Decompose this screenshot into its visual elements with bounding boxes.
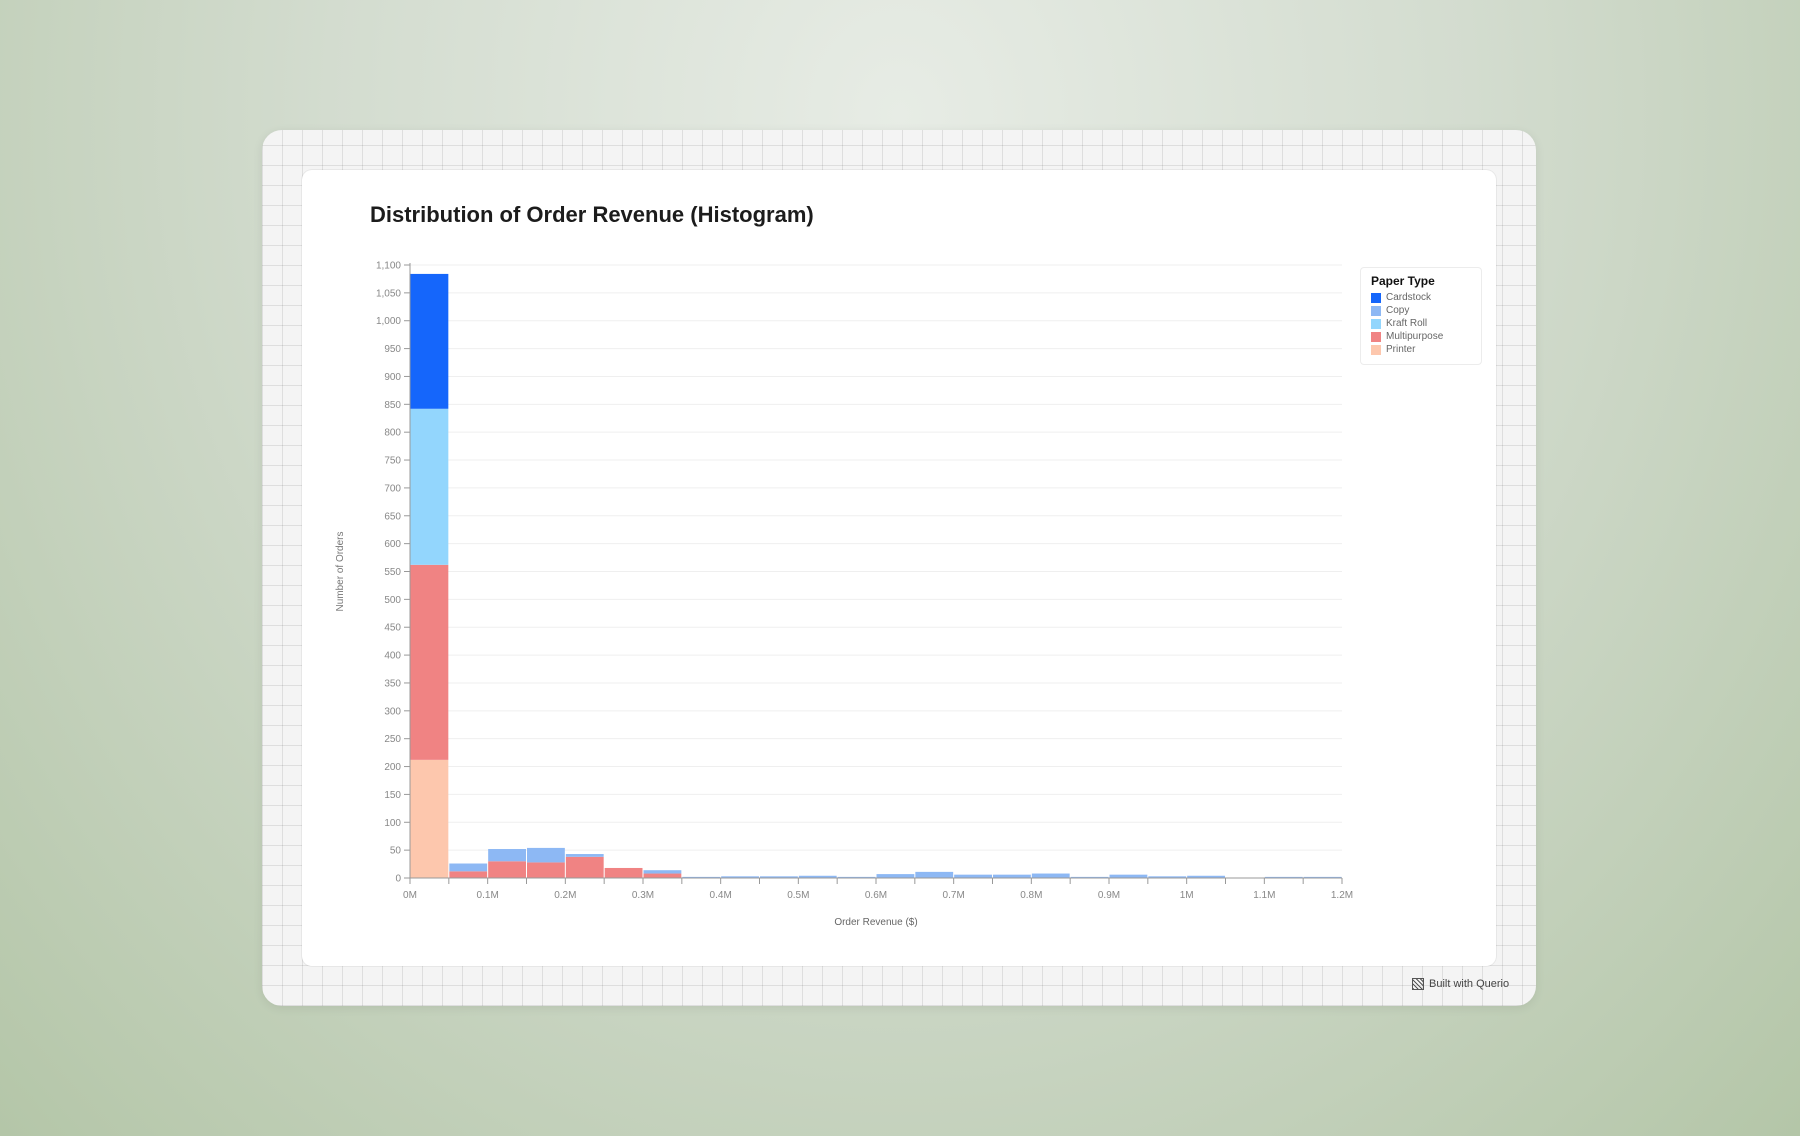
bar-copy xyxy=(915,871,954,878)
y-tick-label: 300 xyxy=(384,706,401,717)
legend-item-multipurpose[interactable]: Multipurpose xyxy=(1371,330,1471,343)
y-tick-label: 0 xyxy=(395,874,401,885)
legend-label: Multipurpose xyxy=(1386,331,1444,342)
y-tick-label: 1,100 xyxy=(376,261,401,272)
x-tick-label: 0.9M xyxy=(1098,890,1120,901)
bar-copy xyxy=(993,874,1031,878)
built-with-badge[interactable]: Built with Querio xyxy=(1412,978,1509,990)
bar-multipurpose xyxy=(604,867,643,878)
bar-multipurpose xyxy=(410,564,449,760)
x-tick-label: 1.2M xyxy=(1331,890,1353,901)
x-tick-label: 0M xyxy=(403,890,417,901)
y-tick-label: 150 xyxy=(384,790,401,801)
y-tick-label: 500 xyxy=(384,595,401,606)
bar-multipurpose xyxy=(527,862,565,878)
legend-swatch xyxy=(1371,305,1381,316)
x-tick-label: 1.1M xyxy=(1253,890,1275,901)
bar-multipurpose xyxy=(449,871,488,878)
legend-item-cardstock[interactable]: Cardstock xyxy=(1371,291,1471,304)
y-tick-label: 900 xyxy=(384,372,401,383)
bar-copy xyxy=(876,874,915,878)
bar-copy xyxy=(1031,873,1070,878)
chart-card: Distribution of Order Revenue (Histogram… xyxy=(302,170,1496,966)
bar-kraft-roll xyxy=(410,408,449,565)
bar-printer xyxy=(410,759,449,878)
bar-multipurpose xyxy=(565,856,604,878)
x-tick-label: 0.1M xyxy=(477,890,499,901)
y-tick-label: 50 xyxy=(390,846,402,857)
legend-label: Kraft Roll xyxy=(1386,318,1428,329)
legend: Paper Type Cardstock Copy Kraft Roll Multip… xyxy=(1360,267,1482,365)
y-tick-label: 750 xyxy=(384,456,401,467)
legend-swatch xyxy=(1371,292,1381,303)
y-tick-label: 850 xyxy=(384,400,401,411)
x-tick-label: 1M xyxy=(1180,890,1194,901)
y-tick-label: 800 xyxy=(384,428,401,439)
x-tick-label: 0.2M xyxy=(554,890,576,901)
y-tick-label: 550 xyxy=(384,567,401,578)
y-tick-label: 1,000 xyxy=(376,316,401,327)
legend-swatch xyxy=(1371,344,1381,355)
legend-label: Printer xyxy=(1386,344,1416,355)
querio-logo-icon xyxy=(1412,978,1424,990)
legend-title: Paper Type xyxy=(1371,274,1435,288)
bar-multipurpose xyxy=(488,861,526,878)
bars xyxy=(410,273,1342,878)
y-tick-label: 450 xyxy=(384,623,401,634)
bar-cardstock xyxy=(410,273,449,409)
built-with-text: Built with Querio xyxy=(1429,978,1510,990)
y-tick-label: 650 xyxy=(384,511,401,522)
bar-copy xyxy=(954,874,992,878)
legend-item-copy[interactable]: Copy xyxy=(1371,304,1471,317)
legend-label: Copy xyxy=(1386,305,1410,316)
x-tick-label: 0.4M xyxy=(710,890,732,901)
y-tick-label: 100 xyxy=(384,818,401,829)
x-tick-label: 0.3M xyxy=(632,890,654,901)
axes: 0 50 100 150 200 250 300 350 400 450 500 550 600 650 7… xyxy=(376,261,1353,902)
y-axis-title: Number of Orders xyxy=(335,531,346,611)
bar-copy xyxy=(488,849,526,862)
y-tick-label: 350 xyxy=(384,678,401,689)
x-tick-label: 0.7M xyxy=(943,890,965,901)
bar-copy xyxy=(643,870,682,874)
y-tick-label: 1,050 xyxy=(376,288,401,299)
y-tick-label: 200 xyxy=(384,762,401,773)
x-tick-label: 0.8M xyxy=(1020,890,1042,901)
bar-multipurpose xyxy=(643,873,682,878)
bar-copy xyxy=(1109,874,1148,878)
legend-item-kraft-roll[interactable]: Kraft Roll xyxy=(1371,317,1471,330)
y-tick-label: 700 xyxy=(384,483,401,494)
x-axis-title: Order Revenue ($) xyxy=(834,917,917,928)
y-tick-label: 400 xyxy=(384,651,401,662)
histogram-chart: 0 50 100 150 200 250 300 350 400 450 500 550 600 650 7… xyxy=(335,261,1353,929)
legend-items: Cardstock Copy Kraft Roll Multipurpose Print… xyxy=(1371,291,1471,356)
bar-copy xyxy=(449,863,488,872)
x-tick-label: 0.5M xyxy=(787,890,809,901)
bar-copy xyxy=(565,854,604,857)
legend-label: Cardstock xyxy=(1386,292,1432,303)
legend-swatch xyxy=(1371,331,1381,342)
grid-lines xyxy=(410,264,1342,879)
x-tick-label: 0.6M xyxy=(865,890,887,901)
y-tick-label: 600 xyxy=(384,539,401,550)
legend-item-printer[interactable]: Printer xyxy=(1371,343,1471,356)
bar-copy xyxy=(527,847,565,863)
y-tick-label: 250 xyxy=(384,734,401,745)
legend-swatch xyxy=(1371,318,1381,329)
y-tick-label: 950 xyxy=(384,344,401,355)
